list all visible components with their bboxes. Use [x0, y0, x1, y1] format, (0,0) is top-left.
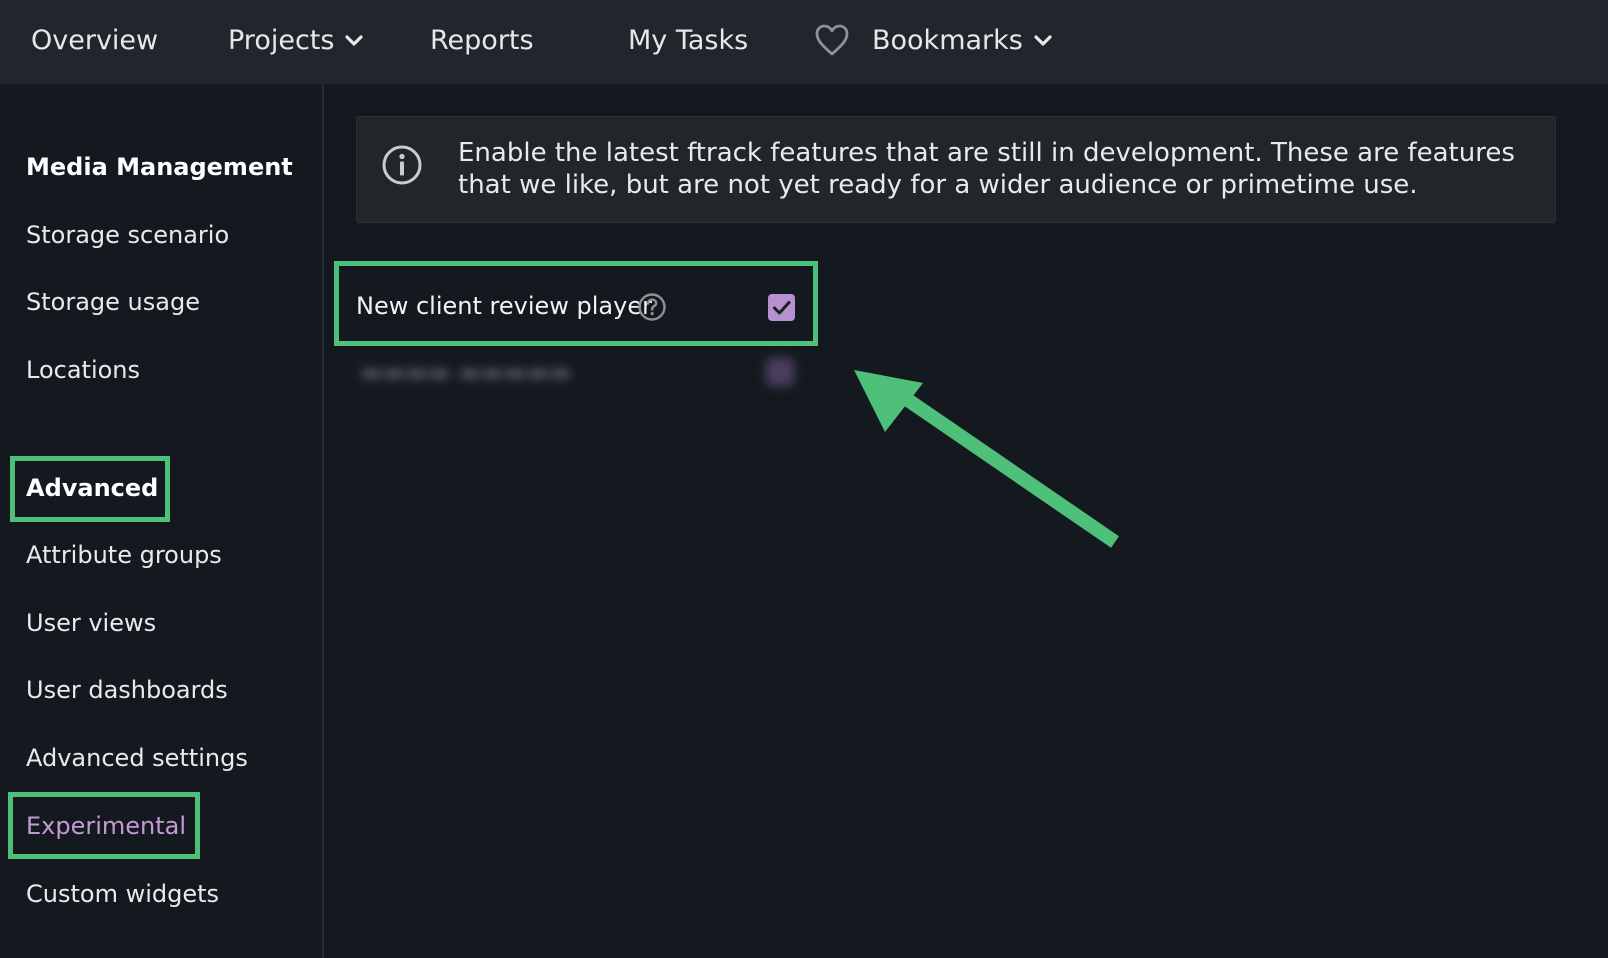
sidebar-item-advanced-settings[interactable]: Advanced settings [26, 744, 248, 772]
info-panel: Enable the latest ftrack features that a… [356, 116, 1556, 223]
nav-projects[interactable]: Projects [228, 0, 364, 80]
nav-overview-label: Overview [31, 24, 159, 56]
checkmark-icon [773, 301, 791, 315]
heart-outline-icon[interactable] [813, 22, 851, 58]
blurred-feature-row: ▬▬▬▬ ▬▬▬▬▬ [344, 348, 824, 398]
nav-reports-label: Reports [430, 24, 534, 56]
sidebar-heading-media-management: Media Management [26, 153, 293, 181]
sidebar-item-storage-scenario[interactable]: Storage scenario [26, 221, 229, 249]
chevron-down-icon [1033, 30, 1053, 50]
question-circle-icon[interactable] [637, 292, 667, 322]
info-circle-icon [381, 144, 423, 186]
nav-my-tasks-label: My Tasks [628, 24, 749, 56]
sidebar-item-user-views[interactable]: User views [26, 609, 156, 637]
nav-bookmarks[interactable]: Bookmarks [872, 0, 1053, 80]
sidebar-item-custom-widgets[interactable]: Custom widgets [26, 880, 219, 908]
nav-bookmarks-label: Bookmarks [872, 24, 1023, 56]
sidebar-item-storage-usage[interactable]: Storage usage [26, 288, 200, 316]
sidebar-item-user-dashboards[interactable]: User dashboards [26, 676, 228, 704]
sidebar-heading-advanced: Advanced [26, 474, 159, 502]
blurred-checkbox [766, 358, 794, 386]
sidebar-item-experimental[interactable]: Experimental [26, 812, 186, 840]
nav-reports[interactable]: Reports [430, 0, 534, 80]
chevron-down-icon [344, 30, 364, 50]
sidebar-item-locations[interactable]: Locations [26, 356, 140, 384]
nav-overview[interactable]: Overview [31, 0, 158, 80]
annotation-arrow-icon [854, 370, 1119, 548]
nav-projects-label: Projects [228, 24, 335, 56]
feature-row-new-client-review-player: New client review player [340, 266, 810, 346]
feature-checkbox[interactable] [768, 294, 795, 321]
info-message: Enable the latest ftrack features that a… [458, 138, 1515, 200]
feature-label: New client review player [356, 292, 652, 320]
sidebar-item-attribute-groups[interactable]: Attribute groups [26, 541, 222, 569]
top-nav-bar: Overview Projects Reports My Tasks Bookm… [0, 0, 1608, 84]
blurred-placeholder: ▬▬▬▬ ▬▬▬▬▬ [360, 358, 572, 386]
nav-my-tasks[interactable]: My Tasks [628, 0, 748, 80]
